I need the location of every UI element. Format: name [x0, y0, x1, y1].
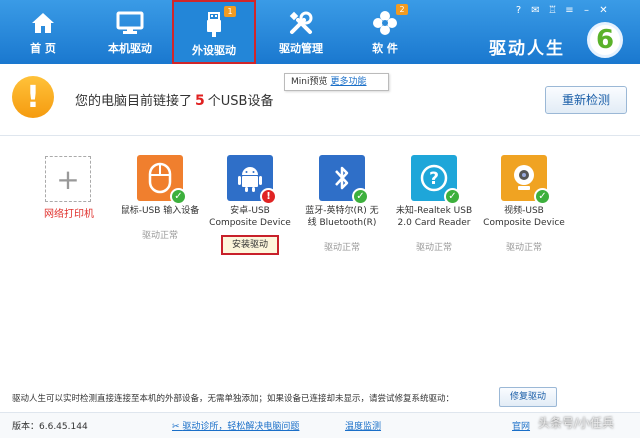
- menu-icon[interactable]: ≡: [563, 4, 576, 17]
- nav-home[interactable]: 首 页: [12, 0, 74, 64]
- device-card-reader[interactable]: ? ✓ 未知-Realtek USB 2.0 Card Reader 驱动正常: [384, 155, 484, 253]
- check-icon: ✓: [352, 188, 369, 205]
- nav-home-label: 首 页: [30, 42, 56, 55]
- nav-software-label: 软 件: [372, 42, 398, 55]
- nav-local-drivers[interactable]: 本机驱动: [96, 0, 164, 64]
- usb-icon: [206, 12, 222, 38]
- minimize-icon[interactable]: –: [580, 4, 593, 17]
- nav-driver-manage-label: 驱动管理: [279, 42, 323, 55]
- repair-driver-button[interactable]: 修复驱动: [499, 387, 557, 407]
- install-driver-button[interactable]: 安装驱动: [221, 235, 279, 255]
- alert-icon: !: [12, 76, 54, 118]
- usb-count: 5: [195, 93, 205, 109]
- device-mouse[interactable]: ✓ 鼠标-USB 输入设备 驱动正常: [110, 155, 210, 241]
- bluetooth-icon: ✓: [319, 155, 369, 205]
- mail-icon[interactable]: ✉: [529, 4, 542, 17]
- tip-label: Mini预览: [291, 77, 328, 87]
- flower-apps-icon: [372, 10, 398, 36]
- webcam-icon: ✓: [501, 155, 551, 205]
- temperature-monitor-link[interactable]: 温度监测: [345, 419, 381, 432]
- device-status: 驱动正常: [505, 243, 542, 253]
- nav-external-drivers[interactable]: 外设驱动 1: [172, 0, 256, 64]
- summary-prefix: 您的电脑目前链接了: [75, 94, 193, 109]
- wrench-icon: ✂: [172, 422, 183, 432]
- unknown-device-icon: ? ✓: [411, 155, 461, 205]
- device-status: 驱动正常: [323, 243, 360, 253]
- window-controls: ? ✉ ♖ ≡ – ✕: [512, 4, 610, 17]
- monitor-icon: [116, 10, 144, 36]
- help-icon[interactable]: ?: [512, 4, 525, 17]
- device-camera[interactable]: ✓ 视频-USB Composite Device 驱动正常: [474, 155, 574, 253]
- device-name-line1: 鼠标-USB 输入设备: [120, 206, 200, 216]
- nav-driver-manage[interactable]: 驱动管理: [266, 0, 336, 64]
- device-name-line2: 2.0 Card Reader: [397, 218, 471, 228]
- home-icon: [30, 10, 56, 36]
- svg-text:?: ?: [429, 169, 439, 189]
- watermark: 头条号/小任兵: [538, 416, 615, 430]
- device-name: 鼠标-USB 输入设备: [110, 205, 210, 217]
- footer-note: 驱动人生可以实时检测直接连接至本机的外部设备，无需单独添加；如果设备已连接却未显…: [12, 394, 455, 404]
- check-icon: ✓: [170, 188, 187, 205]
- device-name-line1: 安卓-USB: [230, 206, 270, 216]
- device-name: 未知-Realtek USB 2.0 Card Reader: [384, 205, 484, 229]
- usb-summary: 您的电脑目前链接了 5 个USB设备: [75, 90, 273, 109]
- device-name-line1: 视频-USB: [504, 206, 544, 216]
- more-features-link[interactable]: 更多功能: [330, 77, 366, 87]
- error-icon: !: [260, 188, 277, 205]
- android-icon: !: [227, 155, 277, 205]
- device-name-line2: 线 Bluetooth(R): [307, 218, 377, 228]
- brand-name: 驱动人生: [489, 39, 565, 59]
- device-name-line1: 蓝牙-英特尔(R) 无: [305, 206, 379, 216]
- mouse-icon: ✓: [137, 155, 187, 205]
- device-android[interactable]: ! 安卓-USB Composite Device 安装驱动: [200, 155, 300, 255]
- summary-suffix: 个USB设备: [207, 94, 274, 109]
- driver-clinic-link[interactable]: ✂ 驱动诊所，轻松解决电脑问题: [172, 419, 299, 432]
- nav-external-drivers-label: 外设驱动: [192, 44, 236, 57]
- check-icon: ✓: [534, 188, 551, 205]
- device-bluetooth[interactable]: ✓ 蓝牙-英特尔(R) 无线 Bluetooth(R) 驱动正常: [292, 155, 392, 253]
- top-bar: 首 页 本机驱动 外设驱动 1 驱动管理 软 件 2 ? ✉ ♖ ≡ – ✕ 驱…: [0, 0, 640, 64]
- close-icon[interactable]: ✕: [597, 4, 610, 17]
- skin-icon[interactable]: ♖: [546, 4, 559, 17]
- nav-software[interactable]: 软 件 2: [354, 0, 416, 64]
- device-name: 安卓-USB Composite Device: [200, 205, 300, 229]
- nav-local-drivers-label: 本机驱动: [108, 42, 152, 55]
- device-name-line1: 未知-Realtek USB: [395, 206, 473, 216]
- plus-icon: +: [56, 162, 80, 196]
- check-icon: ✓: [444, 188, 461, 205]
- device-status: 驱动正常: [141, 231, 178, 241]
- device-name: 视频-USB Composite Device: [474, 205, 574, 229]
- version-label: 版本：6.6.45.144: [12, 422, 88, 432]
- add-network-printer-button[interactable]: +: [45, 156, 91, 202]
- app-logo: 6: [587, 22, 623, 58]
- driver-clinic-text: 驱动诊所，轻松解决电脑问题: [182, 422, 300, 432]
- device-name: 蓝牙-英特尔(R) 无线 Bluetooth(R): [292, 205, 392, 229]
- device-name-line2: Composite Device: [483, 218, 565, 228]
- device-status: 驱动正常: [415, 243, 452, 253]
- network-printer-label[interactable]: 网络打印机: [38, 205, 100, 220]
- tools-icon: [288, 10, 314, 36]
- device-name-line2: Composite Device: [209, 218, 291, 228]
- rescan-button[interactable]: 重新检测: [545, 86, 627, 114]
- official-site-link[interactable]: 官网: [512, 419, 530, 432]
- software-badge: 2: [396, 4, 408, 15]
- external-badge: 1: [224, 6, 236, 17]
- mini-preview-tip: Mini预览 更多功能: [284, 73, 389, 91]
- divider: [0, 135, 640, 136]
